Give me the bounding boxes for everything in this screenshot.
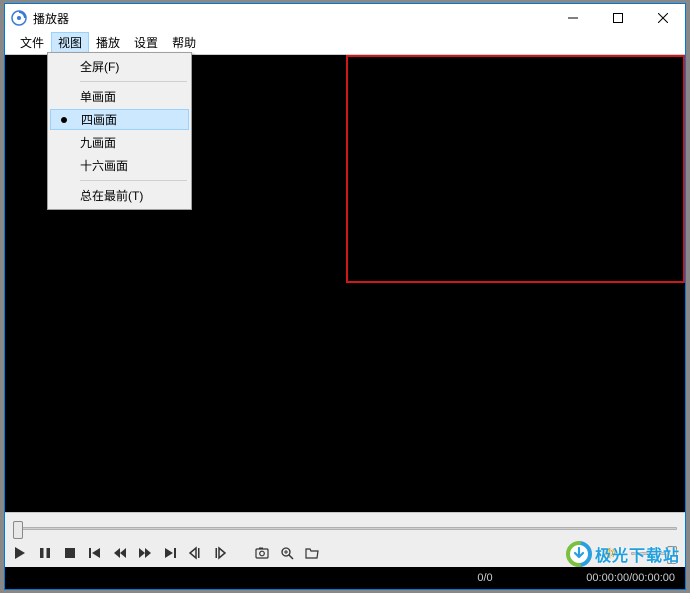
video-pane-2[interactable] (346, 55, 685, 283)
menu-item-fullscreen[interactable]: 全屏(F) (50, 55, 189, 78)
status-counter: 0/0 (425, 572, 545, 584)
menu-settings[interactable]: 设置 (127, 32, 165, 54)
video-pane-4[interactable] (346, 285, 685, 513)
minimize-button[interactable] (550, 4, 595, 32)
stop-button[interactable] (63, 546, 77, 560)
status-bar: 0/0 00:00:00/00:00:00 (5, 567, 685, 589)
menu-separator (80, 81, 187, 82)
skip-end-button[interactable] (163, 546, 177, 560)
window-controls (550, 4, 685, 32)
zoom-button[interactable] (280, 546, 294, 560)
menu-item-single-view[interactable]: 单画面 (50, 85, 189, 108)
view-dropdown-menu: 全屏(F) 单画面 四画面 九画面 十六画面 总在最前(T) (47, 52, 192, 210)
menu-help[interactable]: 帮助 (165, 32, 203, 54)
progress-thumb[interactable] (13, 521, 23, 539)
menu-item-nine-view[interactable]: 九画面 (50, 131, 189, 154)
window-title: 播放器 (33, 10, 550, 27)
progress-track (13, 527, 677, 530)
menubar: 文件 视图 播放 设置 帮助 (5, 32, 685, 54)
menu-play[interactable]: 播放 (89, 32, 127, 54)
open-folder-button[interactable] (305, 546, 319, 560)
menu-label: 十六画面 (76, 157, 189, 174)
close-button[interactable] (640, 4, 685, 32)
step-back-button[interactable] (188, 546, 202, 560)
menu-label: 四画面 (77, 111, 188, 128)
titlebar: 播放器 (5, 4, 685, 32)
rewind-button[interactable] (113, 546, 127, 560)
menu-label: 单画面 (76, 88, 189, 105)
pause-button[interactable] (38, 546, 52, 560)
menu-item-always-on-top[interactable]: 总在最前(T) (50, 184, 189, 207)
menu-label: 总在最前(T) (76, 187, 189, 204)
menu-item-quad-view[interactable]: 四画面 (50, 109, 189, 130)
volume-icon[interactable] (600, 543, 620, 563)
snapshot-button[interactable] (255, 546, 269, 560)
skip-start-button[interactable] (88, 546, 102, 560)
play-button[interactable] (13, 546, 27, 560)
menu-file[interactable]: 文件 (13, 32, 51, 54)
fast-forward-button[interactable] (138, 546, 152, 560)
menu-label: 全屏(F) (76, 58, 189, 75)
step-forward-button[interactable] (213, 546, 227, 560)
menu-view[interactable]: 视图 (51, 32, 89, 54)
menu-label: 九画面 (76, 134, 189, 151)
video-pane-3[interactable] (5, 285, 344, 513)
volume-thumb[interactable] (667, 546, 677, 564)
menu-separator (80, 180, 187, 181)
app-icon (11, 10, 27, 26)
status-time: 00:00:00/00:00:00 (545, 572, 675, 584)
radio-mark-icon (51, 117, 77, 123)
maximize-button[interactable] (595, 4, 640, 32)
progress-slider[interactable] (13, 519, 677, 537)
button-row (13, 543, 677, 563)
volume-slider[interactable] (631, 544, 677, 562)
menu-item-sixteen-view[interactable]: 十六画面 (50, 154, 189, 177)
control-bar (5, 512, 685, 567)
